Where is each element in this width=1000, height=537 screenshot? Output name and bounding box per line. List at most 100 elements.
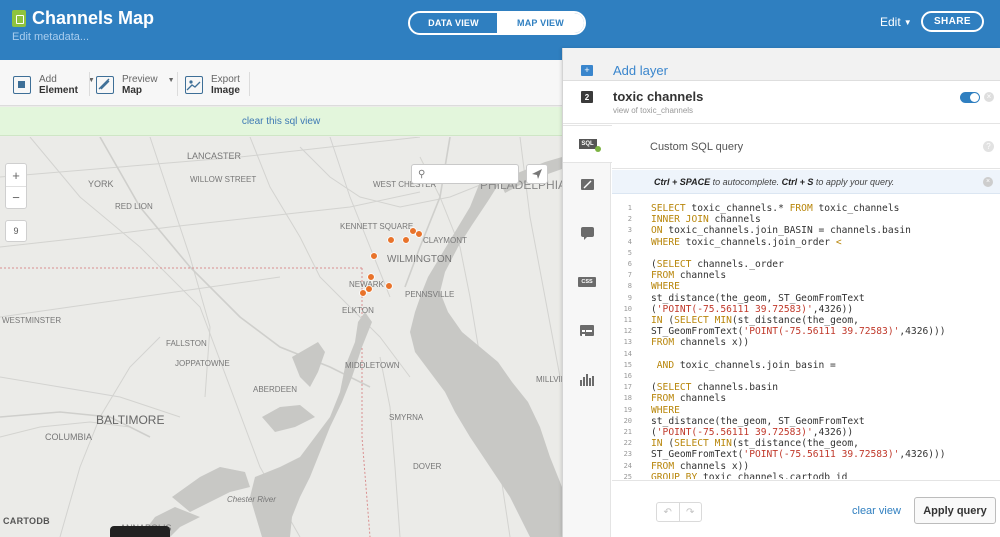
- place-label: SMYRNA: [389, 413, 424, 422]
- sql-code-line[interactable]: 10 ('POINT(-75.56111 39.72583)',4326)): [612, 304, 1000, 315]
- code-text: WHERE toxic_channels.join_order <: [651, 236, 842, 248]
- sql-code-line[interactable]: 9 st_distance(the_geom, ST_GeomFromText: [612, 293, 1000, 304]
- sql-code-line[interactable]: 15 AND toxic_channels.join_basin =: [612, 360, 1000, 371]
- sql-code-line[interactable]: 21 ('POINT(-75.56111 39.72583)',4326)): [612, 427, 1000, 438]
- place-label: RED LION: [115, 202, 153, 211]
- place-label: WILMINGTON: [387, 254, 452, 265]
- line-number: 7: [627, 271, 632, 280]
- code-text: IN (SELECT MIN(st_distance(the_geom,: [651, 315, 859, 326]
- tab-map-view[interactable]: MAP VIEW: [497, 13, 584, 33]
- sql-code-line[interactable]: 16: [612, 371, 1000, 382]
- wizard-tab[interactable]: [563, 165, 611, 203]
- sql-code-line[interactable]: 20 st_distance(the_geom, ST_GeomFromText: [612, 416, 1000, 427]
- layer-visibility-toggle[interactable]: [960, 92, 980, 103]
- sql-code-line[interactable]: 1 SELECT toxic_channels.* FROM toxic_chan…: [612, 203, 1000, 214]
- place-label: ABERDEEN: [253, 385, 297, 394]
- code-text: ST_GeomFromText('POINT(-75.56111 39.7258…: [651, 326, 946, 338]
- clear-view-link[interactable]: clear view: [852, 505, 901, 517]
- sql-code-line[interactable]: 6 (SELECT channels._order: [612, 259, 1000, 270]
- code-text: ST_GeomFromText('POINT(-75.56111 39.7258…: [651, 449, 946, 461]
- sql-code-line[interactable]: 13 FROM channels x)): [612, 337, 1000, 348]
- apply-query-button[interactable]: Apply query: [914, 497, 996, 524]
- map-title[interactable]: Channels Map: [32, 8, 154, 29]
- share-button[interactable]: SHARE: [921, 11, 984, 32]
- add-element-button[interactable]: Add Element ▼: [13, 73, 95, 97]
- hint-text: to apply your query.: [813, 177, 895, 187]
- code-text: SELECT toxic_channels.* FROM toxic_chann…: [651, 203, 900, 214]
- sql-code-line[interactable]: 8 WHERE: [612, 281, 1000, 292]
- sql-editor[interactable]: 1 SELECT toxic_channels.* FROM toxic_chan…: [612, 203, 1000, 479]
- infowindow-tab[interactable]: [563, 213, 611, 251]
- view-switch: DATA VIEW MAP VIEW: [408, 11, 586, 35]
- line-number: 13: [623, 338, 632, 347]
- sql-code-line[interactable]: 7 FROM channels: [612, 270, 1000, 281]
- line-number: 6: [627, 260, 632, 268]
- add-layer-bar[interactable]: + Add layer: [563, 48, 1000, 81]
- code-text: INNER JOIN channels: [651, 214, 761, 226]
- sql-code-line[interactable]: 4 WHERE toxic_channels.join_order <: [612, 237, 1000, 248]
- line-number: 19: [623, 405, 632, 414]
- map-search-input[interactable]: [432, 167, 514, 181]
- undo-icon[interactable]: ↶: [657, 503, 679, 521]
- place-label: MIDDLETOWN: [345, 361, 400, 370]
- toolbar-divider: [177, 72, 178, 96]
- close-icon[interactable]: ×: [983, 177, 993, 187]
- sql-code-line[interactable]: 22 IN (SELECT MIN(st_distance(the_geom,: [612, 438, 1000, 449]
- sql-code-line[interactable]: 18 FROM channels: [612, 393, 1000, 404]
- sql-code-line[interactable]: 24 FROM channels x)): [612, 461, 1000, 472]
- sql-code-line[interactable]: 2 INNER JOIN channels: [612, 214, 1000, 225]
- sql-code-line[interactable]: 25 GROUP BY toxic_channels.cartodb_id: [612, 472, 1000, 479]
- navigate-arrow-icon: [532, 169, 542, 179]
- sql-tab[interactable]: SQL: [563, 125, 619, 163]
- line-number: 14: [623, 349, 632, 358]
- layer-name[interactable]: toxic channels: [613, 89, 703, 104]
- sql-code-line[interactable]: 11 IN (SELECT MIN(st_distance(the_geom,: [612, 315, 1000, 326]
- zoom-in-button[interactable]: +: [6, 164, 26, 186]
- basemap[interactable]: LANCASTER YORK WILLOW STREET RED LION KE…: [0, 137, 562, 537]
- sql-code-line[interactable]: 3 ON toxic_channels.join_BASIN = channels…: [612, 225, 1000, 236]
- edit-metadata-link[interactable]: Edit metadata...: [12, 31, 89, 43]
- wizard-icon: [580, 178, 594, 190]
- code-text: WHERE: [651, 404, 680, 416]
- edit-menu[interactable]: Edit ▼: [880, 15, 912, 29]
- export-image-button[interactable]: Export Image: [185, 73, 240, 97]
- sql-code-line[interactable]: 5: [612, 248, 1000, 259]
- layer-header: 2 toxic channels view of toxic_channels …: [563, 82, 1000, 124]
- layer-number-badge: 2: [581, 91, 593, 103]
- river-label: Chester River: [227, 495, 276, 504]
- sql-code-line[interactable]: 12 ST_GeomFromText('POINT(-75.56111 39.72…: [612, 326, 1000, 337]
- place-label: DOVER: [413, 462, 442, 471]
- legend-icon: [580, 324, 594, 336]
- code-text: ON toxic_channels.join_BASIN = channels.…: [651, 225, 911, 237]
- preview-map-button[interactable]: Preview Map ▼: [96, 73, 175, 97]
- place-label: PENNSVILLE: [405, 290, 454, 299]
- legend-tab[interactable]: [563, 311, 611, 349]
- filters-tab[interactable]: [563, 361, 611, 399]
- add-label: Add: [39, 74, 57, 85]
- line-number: 21: [623, 428, 632, 436]
- map-point: [367, 273, 375, 281]
- tab-data-view[interactable]: DATA VIEW: [410, 13, 497, 33]
- filters-icon: [580, 374, 594, 386]
- add-layer-link[interactable]: Add layer: [613, 63, 668, 78]
- css-tab[interactable]: CSS: [563, 263, 611, 301]
- sql-footer: ↶ ↷ clear view Apply query: [612, 480, 1000, 537]
- sql-code-line[interactable]: 17 (SELECT channels.basin: [612, 382, 1000, 393]
- sql-code-line[interactable]: 19 WHERE: [612, 405, 1000, 416]
- line-number: 2: [627, 215, 632, 224]
- zoom-out-button[interactable]: −: [6, 186, 26, 208]
- layer-subtitle: view of toxic_channels: [613, 106, 694, 115]
- code-text: ('POINT(-75.56111 39.72583)',4326)): [651, 303, 854, 315]
- close-icon[interactable]: ×: [984, 92, 994, 102]
- locate-button[interactable]: [526, 164, 548, 184]
- line-number: 4: [627, 237, 632, 246]
- map-footer-tab: [110, 526, 170, 537]
- redo-icon[interactable]: ↷: [678, 503, 702, 521]
- hint-key-autocomplete: Ctrl + SPACE: [654, 177, 711, 187]
- sql-code-line[interactable]: 23 ST_GeomFromText('POINT(-75.56111 39.72…: [612, 449, 1000, 460]
- clear-sql-view-link[interactable]: clear this sql view: [242, 116, 320, 127]
- place-label: LANCASTER: [187, 151, 242, 161]
- sql-code-line[interactable]: 14: [612, 349, 1000, 360]
- line-number: 20: [623, 416, 632, 425]
- help-icon[interactable]: ?: [983, 141, 994, 152]
